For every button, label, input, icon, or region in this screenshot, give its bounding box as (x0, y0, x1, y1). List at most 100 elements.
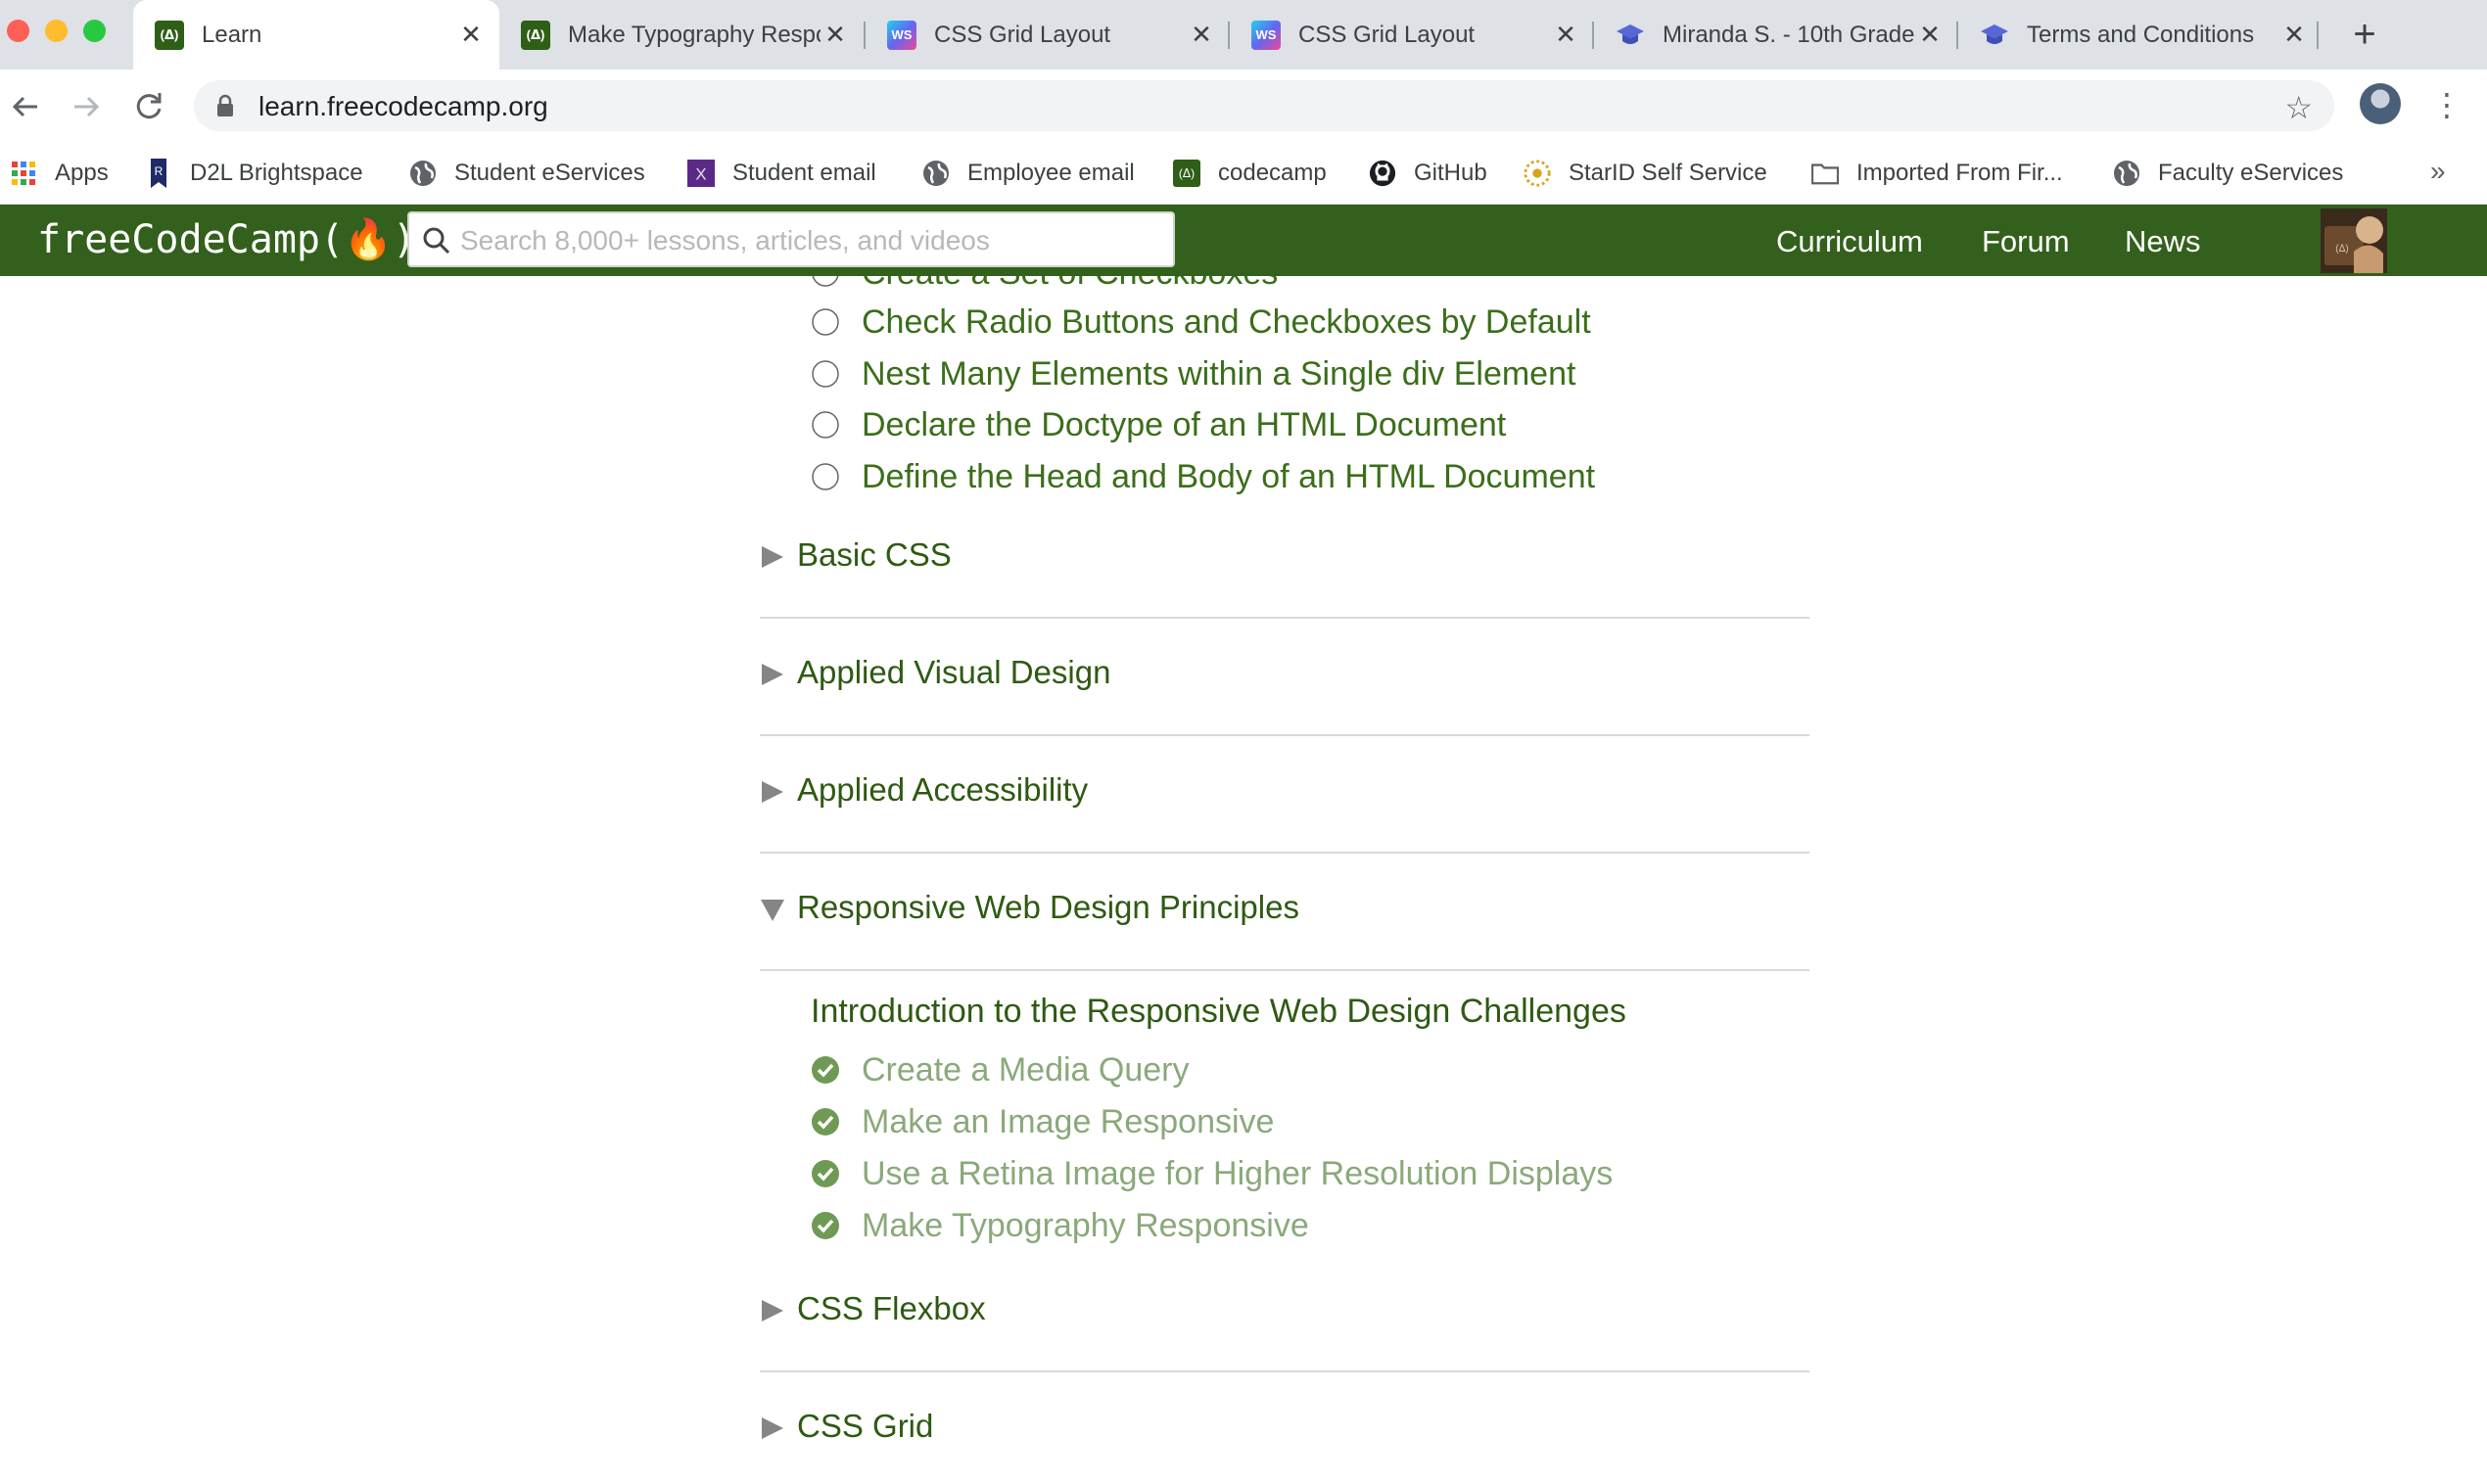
challenge-item[interactable]: Create a Media Query (811, 1043, 1190, 1096)
freecodecamp-logo[interactable]: freeCodeCamp(🔥) (37, 216, 416, 262)
bookmark-employee-email[interactable]: Employee email (922, 142, 1135, 205)
check-circle-icon (812, 1056, 839, 1084)
bookmark-faculty-eservices[interactable]: Faculty eServices (2113, 142, 2343, 205)
user-avatar[interactable]: (ᐃ) (2321, 209, 2387, 273)
forward-arrow-icon (74, 96, 100, 117)
search-icon (421, 225, 452, 261)
outlook-icon: X (687, 160, 715, 187)
browser-menu-icon[interactable]: ⋮ (2431, 83, 2463, 126)
check-circle-icon (812, 1212, 839, 1239)
graduation-cap-icon (1980, 21, 2009, 50)
reload-button[interactable] (127, 85, 170, 128)
tab-css-grid-2[interactable]: WS CSS Grid Layout ✕ (1230, 0, 1594, 70)
d2l-icon: R (145, 159, 172, 188)
challenge-link[interactable]: Create a Set of Checkboxes (862, 276, 1278, 293)
close-icon[interactable]: ✕ (821, 20, 850, 50)
close-icon[interactable]: ✕ (1915, 20, 1945, 50)
browser-toolbar: learn.freecodecamp.org ☆ ⋮ (0, 70, 2487, 142)
nav-curriculum[interactable]: Curriculum (1776, 224, 1923, 259)
challenge-item[interactable]: Use a Retina Image for Higher Resolution… (811, 1147, 1613, 1200)
freecodecamp-icon: (ᐃ) (155, 20, 184, 50)
curriculum-map: Create a Set of Checkboxes Check Radio B… (0, 276, 2487, 1484)
challenge-item[interactable]: Check Radio Buttons and Checkboxes by De… (811, 296, 1591, 348)
section-title[interactable]: CSS Grid (797, 1408, 933, 1445)
challenge-item[interactable]: Define the Head and Body of an HTML Docu… (811, 450, 1595, 503)
svg-text:R: R (155, 164, 164, 178)
address-bar[interactable]: learn.freecodecamp.org ☆ (194, 80, 2334, 131)
bookmark-d2l[interactable]: R D2L Brightspace (145, 142, 363, 205)
tab-terms[interactable]: Terms and Conditions ✕ (1958, 0, 2323, 70)
challenge-link[interactable]: Define the Head and Body of an HTML Docu… (862, 458, 1595, 496)
apps-grid-icon (10, 160, 37, 187)
bookmark-github[interactable]: GitHub (1369, 142, 1487, 205)
bookmark-starid[interactable]: StarID Self Service (1524, 142, 1767, 205)
caret-right-icon (762, 664, 783, 685)
tab-title: Make Typography Responsive (568, 21, 821, 48)
close-icon[interactable]: ✕ (1187, 20, 1216, 50)
tab-make-typography[interactable]: (ᐃ) Make Typography Responsive ✕ (499, 0, 864, 70)
bookmark-label: StarID Self Service (1569, 160, 1767, 186)
caret-right-icon (762, 781, 783, 803)
back-button[interactable] (4, 85, 47, 128)
section-applied-accessibility[interactable]: Applied Accessibility (760, 736, 1809, 854)
section-css-grid[interactable]: CSS Grid (760, 1372, 1809, 1484)
more-bookmarks-icon[interactable]: » (2430, 156, 2446, 187)
nav-forum[interactable]: Forum (1982, 224, 2070, 259)
bookmark-star-icon[interactable]: ☆ (2284, 89, 2313, 126)
search-input[interactable] (458, 213, 1167, 267)
bookmark-apps[interactable]: Apps (10, 142, 109, 205)
section-css-flexbox[interactable]: CSS Flexbox (760, 1255, 1809, 1372)
section-basic-css[interactable]: Basic CSS (760, 501, 1809, 619)
caret-down-icon (761, 900, 784, 921)
bookmark-imported-folder[interactable]: Imported From Fir... (1811, 142, 2063, 205)
webstorm-icon: WS (1251, 20, 1281, 50)
challenge-link[interactable]: Use a Retina Image for Higher Resolution… (862, 1155, 1613, 1193)
circle-icon (812, 411, 839, 439)
section-responsive-web-design[interactable]: Responsive Web Design Principles (760, 854, 1809, 971)
challenge-link[interactable]: Declare the Doctype of an HTML Document (862, 406, 1506, 444)
close-icon[interactable]: ✕ (456, 20, 486, 50)
profile-avatar[interactable] (2360, 83, 2401, 124)
check-circle-icon (812, 1108, 839, 1136)
section-applied-visual-design[interactable]: Applied Visual Design (760, 619, 1809, 736)
challenge-item[interactable]: Nest Many Elements within a Single div E… (811, 348, 1575, 400)
challenge-link[interactable]: Nest Many Elements within a Single div E… (862, 355, 1575, 394)
section-title[interactable]: Responsive Web Design Principles (797, 889, 1299, 926)
close-icon[interactable]: ✕ (2279, 20, 2309, 50)
bookmark-student-email[interactable]: X Student email (687, 142, 876, 205)
challenge-item[interactable]: Declare the Doctype of an HTML Document (811, 398, 1506, 451)
challenge-link[interactable]: Make Typography Responsive (862, 1207, 1309, 1245)
check-circle-icon (812, 1160, 839, 1187)
bookmark-label: Employee email (967, 160, 1135, 186)
challenge-item[interactable]: Make Typography Responsive (811, 1199, 1309, 1252)
bookmark-label: Student eServices (454, 160, 645, 186)
section-title[interactable]: Applied Visual Design (797, 654, 1110, 691)
challenge-link[interactable]: Check Radio Buttons and Checkboxes by De… (862, 303, 1591, 342)
minimize-window-button[interactable] (45, 20, 68, 42)
bookmark-student-eservices[interactable]: Student eServices (409, 142, 645, 205)
section-title[interactable]: Applied Accessibility (797, 771, 1088, 809)
new-tab-button[interactable]: + (2340, 10, 2389, 59)
bookmarks-bar: Apps R D2L Brightspace Student eServices… (0, 142, 2487, 205)
intro-link[interactable]: Introduction to the Responsive Web Desig… (811, 993, 1626, 1031)
tab-learn[interactable]: (ᐃ) Learn ✕ (133, 0, 499, 70)
close-icon[interactable]: ✕ (1551, 20, 1580, 50)
forward-button[interactable] (65, 85, 108, 128)
challenge-item[interactable]: Make an Image Responsive (811, 1095, 1274, 1148)
maximize-window-button[interactable] (83, 20, 106, 42)
caret-right-icon (762, 1417, 783, 1439)
lock-icon (215, 94, 235, 122)
nav-news[interactable]: News (2125, 224, 2201, 259)
caret-right-icon (762, 1300, 783, 1322)
close-window-button[interactable] (7, 20, 29, 42)
challenge-link[interactable]: Create a Media Query (862, 1051, 1190, 1090)
section-title[interactable]: CSS Flexbox (797, 1290, 986, 1327)
circle-icon (812, 463, 839, 490)
section-title[interactable]: Basic CSS (797, 536, 952, 574)
star-seal-icon (1524, 160, 1551, 187)
bookmark-codecamp[interactable]: (ᐃ) codecamp (1173, 142, 1327, 205)
tab-css-grid-1[interactable]: WS CSS Grid Layout ✕ (866, 0, 1230, 70)
tab-miranda[interactable]: Miranda S. - 10th Grade ✕ (1594, 0, 1958, 70)
challenge-link[interactable]: Make an Image Responsive (862, 1103, 1274, 1141)
tab-title: CSS Grid Layout (1298, 21, 1476, 48)
